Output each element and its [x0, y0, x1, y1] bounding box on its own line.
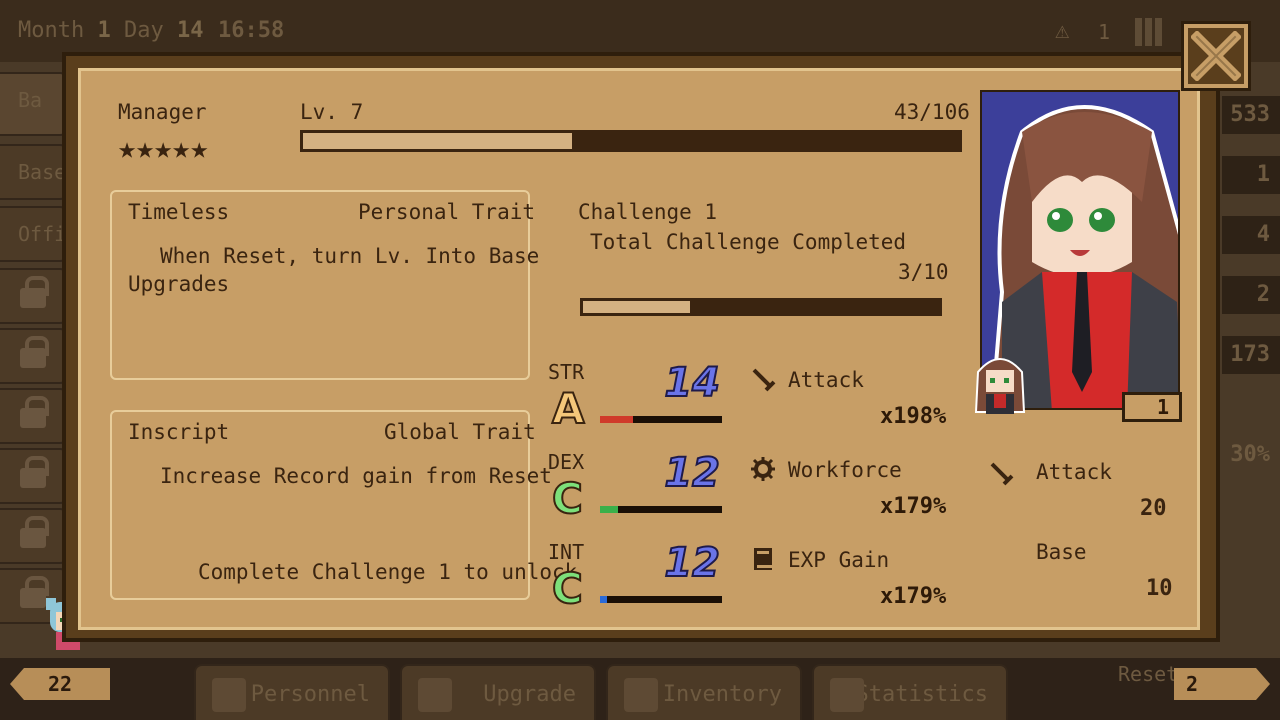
locked-slot[interactable] — [0, 268, 68, 324]
warning-icon[interactable]: ⚠ — [1055, 16, 1069, 44]
day-label: Day — [123, 18, 164, 43]
gear-icon — [751, 457, 775, 481]
portrait-level-badge: 1 — [1122, 392, 1182, 422]
alert-count: 1 — [1098, 20, 1111, 44]
person-icon — [212, 678, 246, 712]
locked-slot[interactable] — [0, 328, 68, 384]
locked-slot[interactable] — [0, 508, 68, 564]
month-value: 1 — [97, 18, 111, 43]
tab-statistics[interactable]: Statistics — [812, 664, 1008, 720]
stat-multiplier: x179% — [880, 494, 947, 519]
trait-description: Increase Record gain from Reset — [160, 464, 552, 488]
stat-multiplier: x198% — [880, 404, 947, 429]
inventory-icon — [624, 678, 658, 712]
side-base-label: Base — [1036, 540, 1087, 564]
stat-effect-label: Workforce — [788, 458, 902, 482]
stat-effect-label: EXP Gain — [788, 548, 890, 572]
stat-label: STR — [548, 360, 585, 384]
challenge-progress-bar — [580, 298, 942, 316]
date-display: Month 1 Day 14 — [18, 18, 203, 43]
population-count: 22 — [10, 668, 110, 700]
reset-label[interactable]: Reset — [1118, 662, 1178, 686]
resource-percent: 30% — [1230, 442, 1270, 467]
challenge-progress-fill — [583, 301, 690, 313]
book-icon — [754, 548, 772, 570]
stat-grade: C — [551, 473, 584, 524]
day-value: 14 — [176, 18, 204, 43]
trait-name: Inscript — [128, 420, 230, 444]
side-attack-label: Attack — [1036, 460, 1112, 484]
resource-value: 4 — [1222, 216, 1280, 254]
resource-value: 2 — [1222, 276, 1280, 314]
side-base-value: 10 — [1146, 576, 1173, 601]
sidebar: Ba Base Offi — [0, 62, 70, 642]
stat-bar-fill — [600, 506, 619, 513]
trait-unlock-requirement: Complete Challenge 1 to unlock — [198, 560, 578, 584]
upgrade-arrow-icon — [418, 678, 452, 712]
locked-slot[interactable] — [0, 448, 68, 504]
challenge-progress-text: 3/10 — [898, 260, 949, 284]
tab-upgrade[interactable]: Upgrade — [400, 664, 596, 720]
grid-menu-icon[interactable] — [1135, 18, 1163, 46]
sword-icon — [990, 462, 1014, 486]
stat-multiplier: x179% — [880, 584, 947, 609]
trait-type: Personal Trait — [358, 200, 536, 224]
side-attack-value: 20 — [1140, 496, 1167, 521]
locked-slot[interactable] — [0, 388, 68, 444]
stat-bar — [600, 416, 722, 423]
resource-value: 533 — [1222, 96, 1280, 134]
tab-inventory[interactable]: Inventory — [606, 664, 802, 720]
sidebar-item-base[interactable]: Ba — [0, 72, 68, 136]
challenge-title: Challenge 1 — [578, 200, 718, 224]
trait-type: Global Trait — [384, 420, 536, 444]
chibi-character-icon — [974, 358, 1026, 414]
stat-grade: A — [551, 383, 585, 434]
level-label: Lv. 7 — [300, 100, 364, 124]
trait-description: When Reset, turn Lv. Into Base — [160, 244, 540, 268]
challenge-subtitle: Total Challenge Completed — [590, 230, 907, 254]
stat-bar-fill — [600, 416, 633, 423]
stat-value: 12 — [663, 539, 721, 587]
sidebar-item-office[interactable]: Offi — [0, 206, 68, 262]
time-display: 16:58 — [218, 18, 285, 43]
stat-effect-label: Attack — [788, 368, 864, 392]
tab-personnel[interactable]: Personnel — [194, 664, 390, 720]
trait-name: Timeless — [128, 200, 230, 224]
stat-label: DEX — [548, 450, 585, 474]
scroll-icon — [830, 678, 864, 712]
role-label: Manager — [118, 100, 207, 124]
sword-icon — [752, 368, 776, 392]
stat-value: 12 — [663, 449, 721, 497]
stat-value: 14 — [663, 359, 721, 407]
stat-grade: C — [551, 563, 584, 614]
rarity-stars: ★★★★★ — [118, 131, 209, 166]
reset-count: 2 — [1174, 668, 1270, 700]
exp-bar-fill — [303, 133, 572, 149]
exp-bar — [300, 130, 962, 152]
stat-bar-fill — [600, 596, 608, 603]
close-button[interactable] — [1181, 21, 1251, 91]
stat-bar — [600, 506, 722, 513]
month-label: Month — [18, 18, 85, 43]
close-icon — [1191, 31, 1241, 81]
stat-label: INT — [548, 540, 585, 564]
stat-bar — [600, 596, 722, 603]
resource-value: 1 — [1222, 156, 1280, 194]
resource-value: 173 — [1222, 336, 1280, 374]
trait-description-cont: Upgrades — [128, 272, 230, 296]
sidebar-item-base-2[interactable]: Base — [0, 144, 68, 200]
exp-text: 43/106 — [894, 100, 970, 124]
